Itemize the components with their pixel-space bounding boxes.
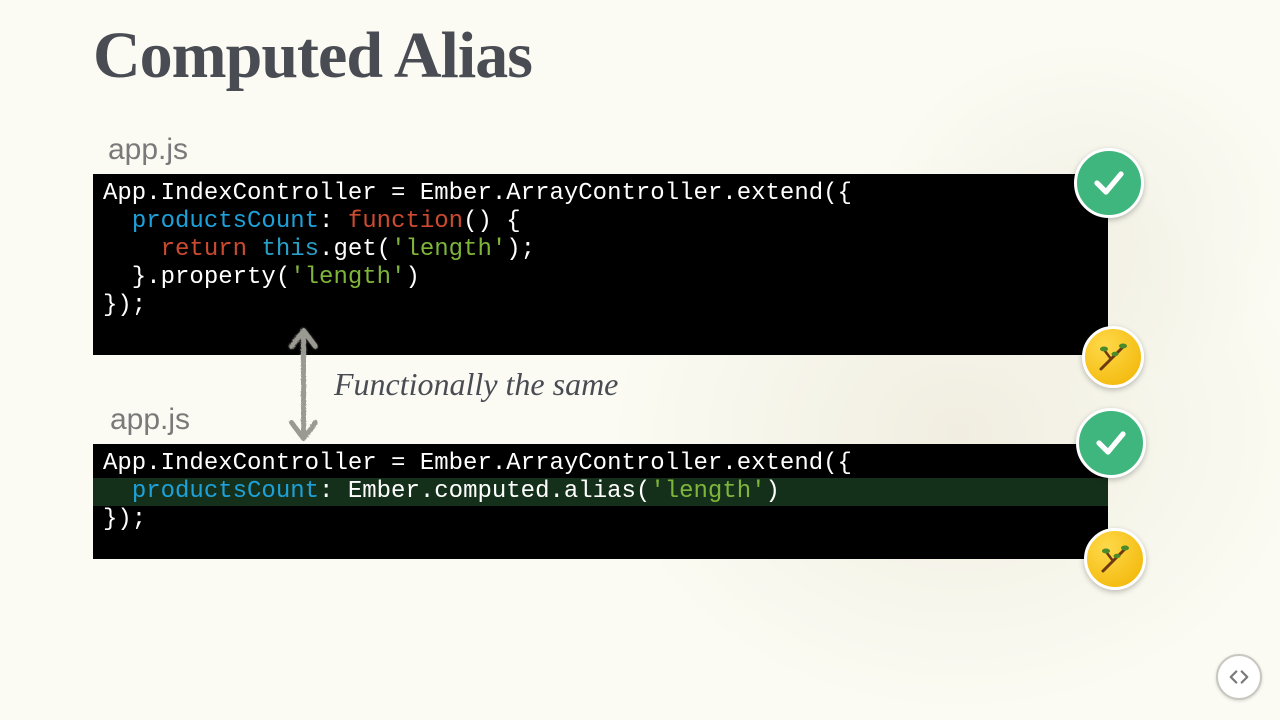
code-line-highlighted: productsCount: Ember.computed.alias('len… <box>93 478 1108 506</box>
code-block-2: App.IndexController = Ember.ArrayControl… <box>93 444 1108 559</box>
code-line: }); <box>103 292 146 319</box>
code-line: productsCount: function() { <box>103 208 521 235</box>
code-line: App.IndexController = Ember.ArrayControl… <box>103 180 852 207</box>
filename-label-2: app.js <box>110 403 190 437</box>
check-icon <box>1074 148 1144 218</box>
annotation-text: Functionally the same <box>334 366 618 403</box>
branch-icon <box>1084 528 1146 590</box>
slide-title: Computed Alias <box>93 18 532 94</box>
code-line: }); <box>103 506 146 533</box>
code-line: return this.get('length'); <box>103 236 535 263</box>
code-line: }.property('length') <box>103 264 420 291</box>
check-icon <box>1076 408 1146 478</box>
code-line: App.IndexController = Ember.ArrayControl… <box>103 450 852 477</box>
code-block-1: App.IndexController = Ember.ArrayControl… <box>93 174 1108 355</box>
filename-label-1: app.js <box>108 133 188 167</box>
branch-icon <box>1082 326 1144 388</box>
code-nav-icon[interactable] <box>1216 654 1262 700</box>
